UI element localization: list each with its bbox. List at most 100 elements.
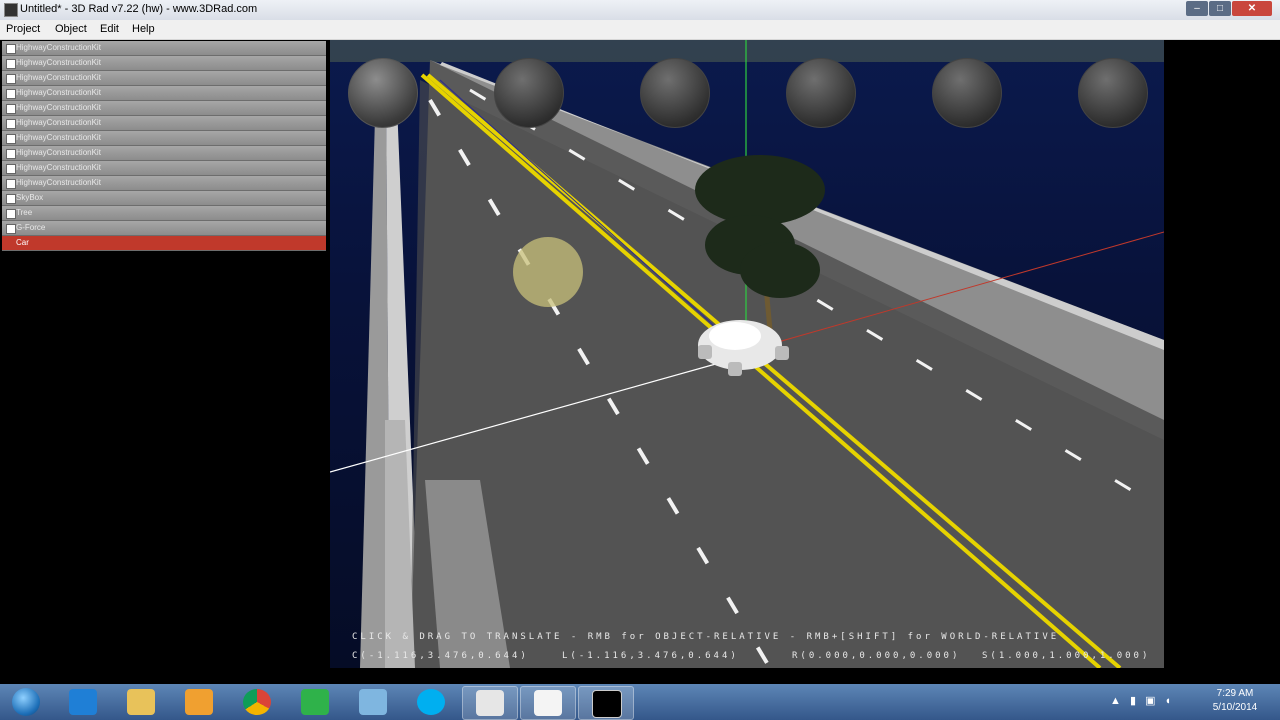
skype-icon	[417, 689, 445, 715]
object-label: G-Force	[16, 223, 46, 232]
object-label: HighwayConstructionKit	[16, 178, 101, 187]
scene-svg	[330, 40, 1164, 668]
document-icon	[534, 690, 562, 716]
chrome-icon	[243, 689, 271, 715]
object-checkbox[interactable]	[6, 164, 16, 174]
object-checkbox[interactable]	[6, 119, 16, 129]
object-label: HighwayConstructionKit	[16, 163, 101, 172]
close-button[interactable]: ✕	[1232, 1, 1272, 16]
menu-edit[interactable]: Edit	[100, 23, 119, 35]
clock-time: 7:29 AM	[1216, 688, 1254, 699]
object-row[interactable]: HighwayConstructionKit	[2, 146, 326, 161]
clock-date: 5/10/2014	[1212, 702, 1258, 713]
translate-icon[interactable]	[348, 58, 418, 128]
object-label: Tree	[16, 208, 33, 217]
object-checkbox[interactable]	[6, 134, 16, 144]
coord-s: S(1.000,1.000,1.000)	[982, 651, 1151, 661]
coord-l: L(-1.116,3.476,0.644)	[562, 651, 739, 661]
taskbar-app[interactable]	[114, 686, 168, 718]
taskbar-clock[interactable]: 7:29 AM 5/10/2014	[1200, 687, 1270, 715]
object-label: HighwayConstructionKit	[16, 88, 101, 97]
object-row[interactable]: HighwayConstructionKit	[2, 86, 326, 101]
object-label: HighwayConstructionKit	[16, 133, 101, 142]
object-row[interactable]: HighwayConstructionKit	[2, 131, 326, 146]
right-empty-area	[1166, 40, 1280, 668]
object-label: HighwayConstructionKit	[16, 148, 101, 157]
recycle-app-icon	[359, 689, 387, 715]
horizon-haze	[330, 40, 1164, 62]
viewport-hint: CLICK & DRAG TO TRANSLATE - RMB for OBJE…	[352, 632, 1060, 642]
move-vertical-icon[interactable]	[494, 58, 564, 128]
object-label: HighwayConstructionKit	[16, 118, 101, 127]
taskbar-app[interactable]	[230, 686, 284, 718]
minimize-button[interactable]: –	[1186, 1, 1208, 16]
internet-explorer-icon	[69, 689, 97, 715]
object-checkbox[interactable]	[6, 209, 16, 219]
object-row[interactable]: HighwayConstructionKit	[2, 56, 326, 71]
file-explorer-icon	[127, 689, 155, 715]
menu-help[interactable]: Help	[132, 23, 155, 35]
object-row-selected[interactable]: Car	[2, 236, 326, 251]
object-checkbox[interactable]	[6, 89, 16, 99]
object-checkbox[interactable]	[6, 59, 16, 69]
volume-icon[interactable]: ◖	[1165, 695, 1172, 707]
menu-object[interactable]: Object	[55, 23, 87, 35]
menu-project[interactable]: Project	[6, 23, 40, 35]
app-icon	[4, 3, 18, 17]
taskbar-app[interactable]	[520, 686, 576, 720]
object-checkbox[interactable]	[6, 104, 16, 114]
window-icon	[476, 690, 504, 716]
object-label: HighwayConstructionKit	[16, 58, 101, 67]
menu-bar: Project Object Edit Help	[0, 20, 1280, 40]
object-label: HighwayConstructionKit	[16, 103, 101, 112]
green-app-icon	[301, 689, 329, 715]
object-row[interactable]: HighwayConstructionKit	[2, 71, 326, 86]
media-player-icon	[185, 689, 213, 715]
taskbar-app[interactable]	[462, 686, 518, 720]
coord-c: C(-1.116,3.476,0.644)	[352, 651, 529, 661]
object-row[interactable]: HighwayConstructionKit	[2, 41, 326, 56]
windows-logo-icon	[12, 688, 40, 716]
object-row[interactable]: HighwayConstructionKit	[2, 161, 326, 176]
network-icon[interactable]: ▣	[1145, 695, 1155, 707]
window-title: Untitled* - 3D Rad v7.22 (hw) - www.3DRa…	[20, 3, 258, 15]
battery-icon[interactable]: ▮	[1130, 695, 1136, 707]
3d-viewport[interactable]: CLICK & DRAG TO TRANSLATE - RMB for OBJE…	[330, 40, 1164, 668]
taskbar: ▲ ▮ ▣ ◖ 7:29 AM 5/10/2014	[0, 684, 1280, 720]
object-checkbox[interactable]	[6, 194, 16, 204]
object-row[interactable]: G-Force	[2, 221, 326, 236]
taskbar-app[interactable]	[172, 686, 226, 718]
object-row[interactable]: SkyBox	[2, 191, 326, 206]
taskbar-app[interactable]	[56, 686, 110, 718]
tray-arrow-icon[interactable]: ▲	[1110, 695, 1121, 707]
object-checkbox[interactable]	[6, 179, 16, 189]
coord-r: R(0.000,0.000,0.000)	[792, 651, 961, 661]
zoom-icon[interactable]	[1078, 58, 1148, 128]
object-checkbox[interactable]	[6, 149, 16, 159]
object-row[interactable]: HighwayConstructionKit	[2, 101, 326, 116]
taskbar-app[interactable]	[346, 686, 400, 718]
taskbar-app[interactable]	[578, 686, 634, 720]
rotate-axis-icon[interactable]	[932, 58, 1002, 128]
maximize-button[interactable]: □	[1209, 1, 1231, 16]
object-label: HighwayConstructionKit	[16, 43, 101, 52]
system-tray[interactable]: ▲ ▮ ▣ ◖	[1110, 694, 1171, 707]
black-app-icon	[592, 690, 622, 718]
start-button[interactable]	[4, 684, 48, 720]
object-checkbox[interactable]	[6, 224, 16, 234]
object-list-panel: HighwayConstructionKit HighwayConstructi…	[0, 40, 328, 668]
object-row[interactable]: HighwayConstructionKit	[2, 176, 326, 191]
g-force-marker[interactable]	[513, 237, 583, 307]
window-titlebar: Untitled* - 3D Rad v7.22 (hw) - www.3DRa…	[0, 0, 1280, 20]
object-label: SkyBox	[16, 193, 44, 202]
object-label: Car	[16, 238, 29, 247]
taskbar-app[interactable]	[288, 686, 342, 718]
rotate-icon[interactable]	[640, 58, 710, 128]
object-checkbox[interactable]	[6, 44, 16, 54]
object-row[interactable]: Tree	[2, 206, 326, 221]
object-row[interactable]: HighwayConstructionKit	[2, 116, 326, 131]
object-label: HighwayConstructionKit	[16, 73, 101, 82]
object-checkbox[interactable]	[6, 74, 16, 84]
taskbar-app[interactable]	[404, 686, 458, 718]
orbit-icon[interactable]	[786, 58, 856, 128]
